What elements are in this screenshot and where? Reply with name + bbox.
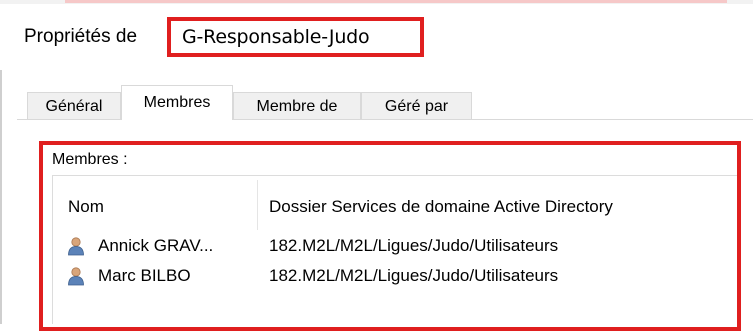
previous-highlight-edge	[65, 0, 727, 3]
window-left-edge	[0, 70, 2, 324]
tab-membres[interactable]: Membres	[121, 85, 233, 120]
tab-membre-de[interactable]: Membre de	[233, 92, 361, 119]
tab-general[interactable]: Général	[27, 92, 121, 119]
members-panel-highlight	[39, 141, 741, 331]
tab-gere-par[interactable]: Géré par	[361, 92, 472, 119]
group-name-title: G-Responsable-Judo	[182, 26, 370, 48]
properties-title-prefix: Propriétés de	[24, 26, 138, 47]
